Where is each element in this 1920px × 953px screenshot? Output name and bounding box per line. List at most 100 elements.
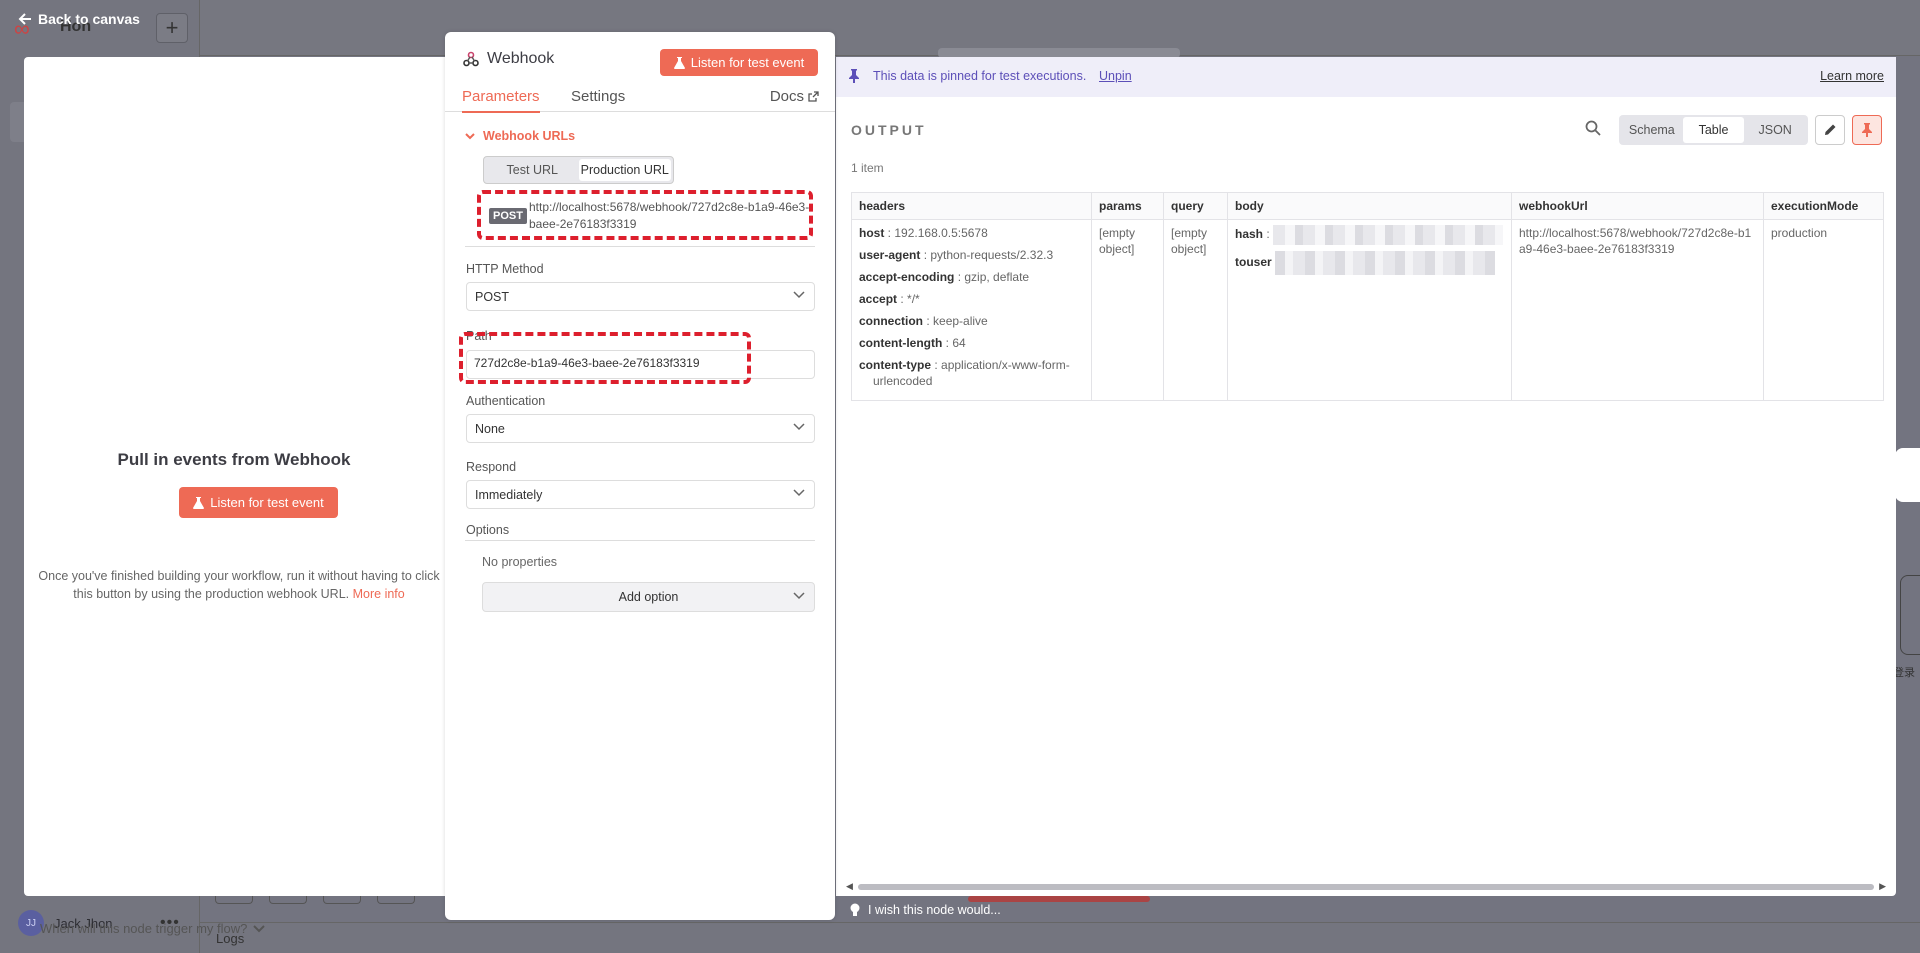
production-url-option[interactable]: Production URL [578,159,671,181]
http-method-select[interactable]: POST [466,282,815,311]
background-node-label: 登录 [1893,667,1915,679]
chevron-down-icon [465,132,475,139]
view-schema[interactable]: Schema [1621,117,1683,143]
back-to-canvas-label: Back to canvas [38,11,140,27]
headers-cell: host : 192.168.0.5:5678 user-agent : pyt… [851,219,1092,401]
webhook-urls-toggle[interactable]: Webhook URLs [465,129,575,143]
add-workflow-button[interactable]: + [156,13,188,43]
column-header: body [1227,192,1512,220]
listen-button-label: Listen for test event [690,55,805,70]
chevron-down-icon [793,423,805,431]
background-node [1900,575,1920,655]
node-title-label: Webhook [487,50,555,67]
authentication-label: Authentication [466,394,546,408]
input-panel-description: Once you've finished building your workf… [38,569,440,601]
http-method-value: POST [475,289,510,304]
tab-parameters[interactable]: Parameters [462,88,540,113]
query-cell: [empty object] [1163,219,1228,401]
input-panel-title: Pull in events from Webhook [117,450,351,469]
pin-icon [849,69,859,83]
horizontal-scrollbar[interactable]: ◀ ▶ [846,881,1886,892]
feedback-label: I wish this node would... [868,903,1001,917]
column-header: query [1163,192,1228,220]
node-parameters-panel: Webhook Listen for test event Parameters… [445,32,835,920]
params-cell: [empty object] [1091,219,1164,401]
node-tabs: Parameters Settings Docs [445,88,835,113]
edit-output-button[interactable] [1815,115,1845,145]
pin-data-button[interactable] [1852,115,1882,145]
flask-icon [673,56,685,69]
chevron-down-icon [793,291,805,299]
redacted-value [1273,225,1504,245]
input-panel: Pull in events from Webhook Listen for t… [24,57,449,936]
webhook-url: http://localhost:5678/webhook/727d2c8e-b… [529,200,810,231]
webhook-url-box[interactable]: POST http://localhost:5678/webhook/727d2… [477,190,813,240]
redacted-value [1275,251,1496,275]
search-icon[interactable] [1585,120,1601,136]
no-properties-text: No properties [482,555,558,569]
view-table[interactable]: Table [1682,117,1745,143]
external-link-icon [808,91,819,102]
node-title: Webhook [463,50,554,68]
options-label: Options [466,523,510,537]
docs-label: Docs [769,88,804,105]
lightbulb-icon [850,903,860,916]
tab-docs[interactable]: Docs [770,88,819,105]
add-option-button[interactable]: Add option [482,582,815,612]
column-header: params [1091,192,1164,220]
column-header: webhookUrl [1511,192,1764,220]
logs-bar[interactable]: Logs [200,922,1920,953]
test-url-option[interactable]: Test URL [486,159,579,181]
output-title: OUTPUT [851,122,927,138]
more-info-link[interactable]: More info [353,587,405,601]
feedback-link[interactable]: I wish this node would... [850,903,1001,917]
when-trigger-toggle[interactable]: When will this node trigger my flow? [40,921,266,936]
listen-for-test-event-button[interactable]: Listen for test event [179,487,338,518]
header-entry: connection : keep-alive [859,314,988,328]
scroll-left-icon[interactable]: ◀ [846,881,853,892]
header-entry: accept : */* [859,292,920,306]
tab-settings[interactable]: Settings [571,88,625,111]
items-count: 1 item [851,161,884,175]
authentication-select[interactable]: None [466,414,815,443]
listen-for-test-event-button[interactable]: Listen for test event [660,49,818,76]
header-entry: content-length : 64 [859,336,966,350]
pencil-icon [1825,124,1836,135]
back-to-canvas-button[interactable]: Back to canvas [18,11,140,27]
chevron-down-icon [793,592,805,600]
webhook-icon [463,51,479,67]
body-entry: hash : [1235,225,1504,245]
table-row: host : 192.168.0.5:5678 user-agent : pyt… [851,219,1884,401]
chevron-down-icon [253,924,266,932]
output-panel: This data is pinned for test executions.… [836,57,1896,896]
scroll-right-icon[interactable]: ▶ [1879,881,1886,892]
header-entry: content-type : application/x-www-form-ur… [859,358,1070,388]
header-entry: host : 192.168.0.5:5678 [859,226,988,240]
pinned-message: This data is pinned for test executions. [873,69,1087,83]
learn-more-link[interactable]: Learn more [1820,69,1884,83]
http-method-label: HTTP Method [466,262,544,276]
pin-icon [1862,123,1872,137]
scrollbar-thumb[interactable] [858,884,1874,890]
arrow-left-icon [18,13,31,25]
view-json[interactable]: JSON [1744,117,1806,143]
respond-value: Immediately [475,487,543,502]
column-header: headers [851,192,1092,220]
execution-mode-cell: production [1763,219,1884,401]
webhook-urls-label: Webhook URLs [483,129,576,143]
background-node [1895,448,1920,502]
body-cell: hash : touser [1227,219,1512,401]
pinned-data-banner: This data is pinned for test executions.… [836,57,1896,97]
respond-select[interactable]: Immediately [466,480,815,509]
header-entry: accept-encoding : gzip, deflate [859,270,1030,284]
chevron-down-icon [793,489,805,497]
flask-icon [193,496,205,509]
divider [465,246,815,247]
background-node-strip [968,896,1150,902]
when-trigger-label: When will this node trigger my flow? [40,921,248,936]
respond-label: Respond [466,460,517,474]
listen-button-label: Listen for test event [210,495,324,510]
add-option-label: Add option [618,590,679,604]
authentication-value: None [475,421,505,436]
unpin-link[interactable]: Unpin [1099,69,1132,83]
